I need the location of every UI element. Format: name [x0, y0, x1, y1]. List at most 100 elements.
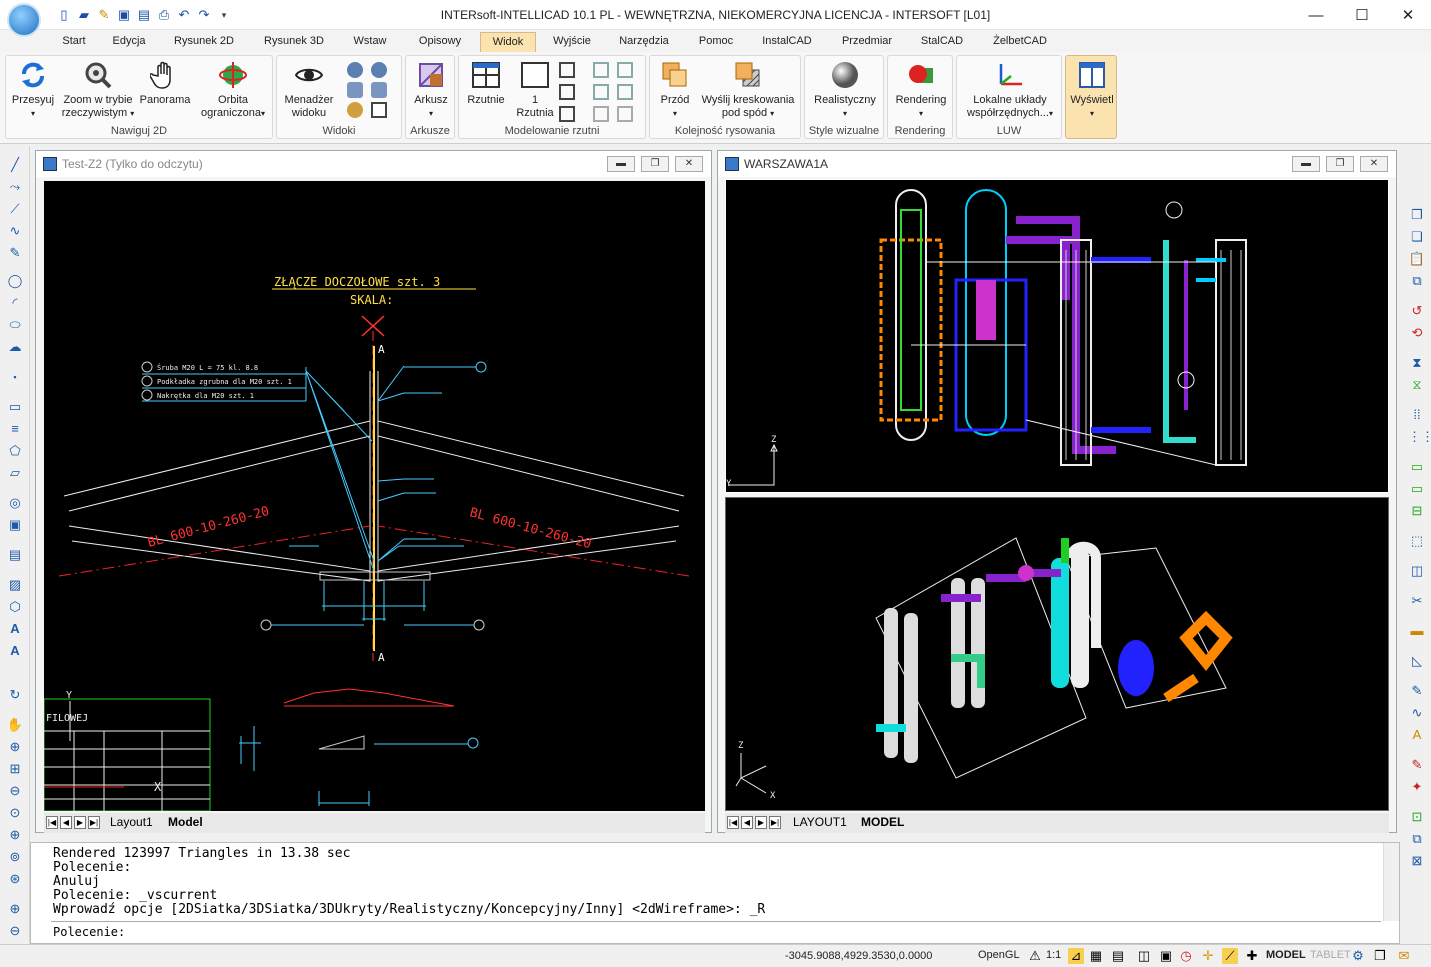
tab-next-icon[interactable]: ▶: [74, 816, 86, 829]
rendering-button[interactable]: Rendering ▾: [890, 60, 952, 120]
ungroup-tool-icon[interactable]: ⧉: [1408, 830, 1426, 848]
drawing1-canvas[interactable]: ZŁĄCZE DOCZOŁOWE szt. 3 SKALA: A A BL 60…: [44, 181, 705, 811]
edit-poly-icon[interactable]: ✎: [1408, 682, 1426, 700]
tab-edycja[interactable]: Edycja: [106, 32, 152, 52]
drawing1-close-button[interactable]: ✕: [675, 156, 703, 172]
crosshair-icon[interactable]: ✚: [1244, 948, 1260, 964]
annotation-scale-icon[interactable]: ⚠: [1027, 948, 1043, 964]
tab-opisowy[interactable]: Opisowy: [412, 32, 468, 52]
named-view-icon[interactable]: [347, 62, 363, 78]
sheet-button[interactable]: Arkusz ▾: [410, 60, 452, 120]
viewport-split-h-icon[interactable]: [559, 62, 575, 78]
multiline-tool-icon[interactable]: ≡: [6, 420, 24, 438]
command-line[interactable]: Rendered 123997 Triangles in 13.38 sec Po…: [30, 842, 1400, 944]
zoom-extents-icon[interactable]: ⊙: [6, 804, 24, 822]
paste-icon[interactable]: ⧉: [1408, 272, 1426, 290]
drawing2-minimize-button[interactable]: ▬: [1292, 156, 1320, 172]
viewport-bottom[interactable]: Z X: [725, 497, 1389, 811]
edit-spline-icon[interactable]: ∿: [1408, 704, 1426, 722]
view-edit-icon[interactable]: [371, 82, 387, 98]
rotate3d-tool-icon[interactable]: ⟲: [1408, 324, 1426, 342]
group-tool-icon[interactable]: ⊡: [1408, 808, 1426, 826]
mirror-tool-icon[interactable]: ⧗: [1408, 354, 1426, 372]
mtext-tool-icon[interactable]: A: [6, 642, 24, 660]
clipboard-icon[interactable]: 📋: [1408, 250, 1426, 268]
zoom-scale-icon[interactable]: ⊛: [6, 870, 24, 888]
hatch-back-button[interactable]: Wyślij kreskowania pod spód ▾: [698, 60, 798, 120]
tab-start[interactable]: Start: [55, 32, 93, 52]
table-tool-icon[interactable]: ▤: [6, 546, 24, 564]
bring-front-button[interactable]: Przód ▾: [654, 60, 696, 120]
realtime-zoom-button[interactable]: Zoom w trybie rzeczywistym ▾: [60, 60, 136, 120]
rectangle-tool-icon[interactable]: ▭: [6, 398, 24, 416]
stretch-tool-icon[interactable]: ▭: [1408, 480, 1426, 498]
hatch-tool-icon[interactable]: ▨: [6, 576, 24, 594]
tab-wstaw[interactable]: Wstaw: [346, 32, 394, 52]
tab-last-icon[interactable]: ▶|: [88, 816, 100, 829]
notification-icon[interactable]: ✉: [1396, 948, 1412, 964]
viewport-scale-icon[interactable]: [617, 106, 633, 122]
align-tool-icon[interactable]: ⊟: [1408, 502, 1426, 520]
layout-tab-model[interactable]: MODEL: [861, 815, 904, 829]
arc-tool-icon[interactable]: ◜: [6, 294, 24, 312]
view-restore-icon[interactable]: [371, 62, 387, 78]
view-save-icon[interactable]: [347, 82, 363, 98]
tab-next-icon[interactable]: ▶: [755, 816, 767, 829]
properties-tool-icon[interactable]: ⊠: [1408, 852, 1426, 870]
rotate-tool-icon[interactable]: ↺: [1408, 302, 1426, 320]
zoom-tool-icon[interactable]: ⊕: [6, 738, 24, 756]
zoom-out-icon[interactable]: ⊖: [6, 922, 24, 940]
drawing-window-warszawa1a[interactable]: WARSZAWA1A ▬ ❐ ✕ Z Y Z X |◀ ◀ ▶ ▶| LAYOU…: [717, 150, 1397, 833]
tablet-toggle[interactable]: TABLET: [1310, 949, 1351, 961]
sketch-tool-icon[interactable]: ✎: [6, 244, 24, 262]
drawing2-close-button[interactable]: ✕: [1360, 156, 1388, 172]
line-tool-icon[interactable]: ╱: [6, 156, 24, 174]
tab-rysunek-3d[interactable]: Rysunek 3D: [260, 32, 328, 52]
revcloud-tool-icon[interactable]: ☁: [6, 338, 24, 356]
ucs-button[interactable]: Lokalne układy współrzędnych...▾: [959, 60, 1061, 120]
polygon-tool-icon[interactable]: ⬠: [6, 442, 24, 460]
etrack-icon[interactable]: ◷: [1178, 948, 1194, 964]
viewport-split-v-icon[interactable]: [559, 84, 575, 100]
tab-prev-icon[interactable]: ◀: [60, 816, 72, 829]
layout-tab-model[interactable]: Model: [168, 815, 203, 829]
point-tool-icon[interactable]: ▪: [6, 368, 24, 386]
settings-gear-icon[interactable]: ⚙: [1350, 948, 1366, 964]
drawing2-restore-button[interactable]: ❐: [1326, 156, 1354, 172]
polar-icon[interactable]: ◫: [1136, 948, 1152, 964]
ellipse-tool-icon[interactable]: ⬭: [6, 316, 24, 334]
cube-view-icon[interactable]: [371, 102, 387, 118]
wipeout-tool-icon[interactable]: ▣: [6, 516, 24, 534]
app-menu-button[interactable]: [7, 3, 41, 37]
move-tool-icon[interactable]: ▭: [1408, 458, 1426, 476]
layout-tab-layout1[interactable]: LAYOUT1: [793, 815, 847, 829]
dynamic-input-icon[interactable]: ⟋: [1222, 948, 1238, 964]
grid-icon[interactable]: ▦: [1088, 948, 1104, 964]
drawing1-title-bar[interactable]: Test-Z2 (Tylko do odczytu) ▬ ❐ ✕: [36, 151, 711, 177]
viewport-top[interactable]: Z Y: [725, 179, 1389, 493]
tab-stalcad[interactable]: StalCAD: [916, 32, 968, 52]
pan-tool-icon[interactable]: ✋: [6, 716, 24, 734]
tab-first-icon[interactable]: |◀: [46, 816, 58, 829]
constrained-orbit-button[interactable]: Orbita ograniczona▾: [198, 60, 268, 120]
zoom-in-icon[interactable]: ⊕: [6, 826, 24, 844]
viewport-clip-icon[interactable]: [617, 62, 633, 78]
donut-tool-icon[interactable]: ◎: [6, 494, 24, 512]
view-manager-button[interactable]: Menadżer widoku: [281, 60, 337, 120]
explode-tool-icon[interactable]: ✦: [1408, 778, 1426, 796]
esnap-icon[interactable]: ▣: [1158, 948, 1174, 964]
tab-first-icon[interactable]: |◀: [727, 816, 739, 829]
tab-przedmiar[interactable]: Przedmiar: [838, 32, 896, 52]
array-tool-icon[interactable]: ⁞⁞: [1408, 406, 1426, 424]
drawing-window-test-z2[interactable]: Test-Z2 (Tylko do odczytu) ▬ ❐ ✕ ZŁĄCZE …: [35, 150, 712, 833]
offset-tool-icon[interactable]: ◫: [1408, 562, 1426, 580]
tab-narzedzia[interactable]: Narzędzia: [614, 32, 674, 52]
copy-base-icon[interactable]: ❏: [1408, 228, 1426, 246]
command-input[interactable]: Polecenie:: [53, 925, 125, 939]
measure-tool-icon[interactable]: ▬: [1408, 622, 1426, 640]
pan-button[interactable]: Panorama: [138, 60, 192, 107]
minimize-button[interactable]: —: [1293, 0, 1339, 30]
single-viewport-button[interactable]: 1 Rzutnia: [513, 60, 557, 120]
regen-button[interactable]: Przesyuj ▾: [8, 60, 58, 120]
copy-tool-icon[interactable]: ❐: [1408, 206, 1426, 224]
